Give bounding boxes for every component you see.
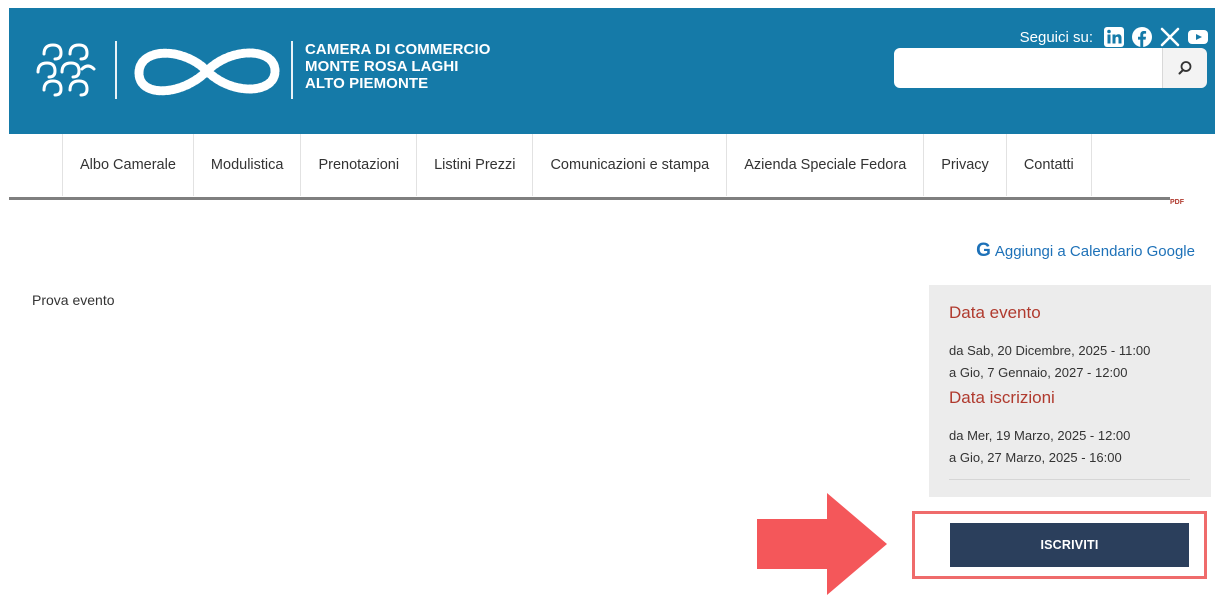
org-name-line: MONTE ROSA LAGHI [305,58,459,75]
event-date-heading: Data evento [949,303,1041,322]
event-description: Prova evento [32,292,115,308]
search-icon [1178,61,1192,75]
event-date-to: a Gio, 7 Gennaio, 2027 - 12:00 [949,365,1128,380]
nav-item-privacy[interactable]: Privacy [923,134,1006,196]
org-name-line: ALTO PIEMONTE [305,75,429,92]
search-button[interactable] [1162,48,1207,88]
social-label: Seguici su: [1019,28,1093,46]
social-links: Seguici su: [1020,26,1209,48]
panel-divider [949,479,1190,480]
nav-item-albo-camerale[interactable]: Albo Camerale [62,134,193,196]
add-to-google-calendar-link[interactable]: G Aggiungi a Calendario Google [976,240,1195,262]
pdf-icon[interactable]: PDF [1170,199,1184,206]
youtube-icon[interactable] [1187,26,1209,48]
organization-name[interactable]: CAMERA DI COMMERCIO MONTE ROSA LAGHI ALT… [305,41,491,92]
org-name-line: CAMERA DI COMMERCIO [305,41,491,58]
logo-divider [115,41,117,99]
logo-divider [291,41,293,99]
search-input[interactable] [894,48,1206,88]
pdf-label: PDF [1170,199,1184,206]
event-date-from: da Sab, 20 Dicembre, 2025 - 11:00 [949,343,1151,358]
nav-item-prenotazioni[interactable]: Prenotazioni [300,134,416,196]
register-button[interactable]: ISCRIVITI [950,523,1189,567]
facebook-icon[interactable] [1131,26,1153,48]
registration-date-to: a Gio, 27 Marzo, 2025 - 16:00 [949,450,1122,465]
google-icon: G [976,240,991,261]
nav-menu: Albo Camerale Modulistica Prenotazioni L… [62,134,1092,196]
nav-item-comunicazioni[interactable]: Comunicazioni e stampa [532,134,726,196]
google-calendar-label: Aggiungi a Calendario Google [994,242,1195,260]
event-info-panel: Data evento da Sab, 20 Dicembre, 2025 - … [929,285,1211,497]
nav-divider [9,197,1170,200]
nav-item-azienda-speciale[interactable]: Azienda Speciale Fedora [726,134,923,196]
registration-date-heading: Data iscrizioni [949,388,1055,407]
x-icon[interactable] [1159,26,1181,48]
arrow-pointer-icon [757,493,887,595]
linkedin-icon[interactable] [1103,26,1125,48]
nav-item-modulistica[interactable]: Modulistica [192,134,301,196]
nav-item-listini-prezzi[interactable]: Listini Prezzi [416,134,532,196]
registration-date-from: da Mer, 19 Marzo, 2025 - 12:00 [949,428,1131,443]
knot-logo-icon[interactable] [127,28,287,114]
nav-item-contatti[interactable]: Contatti [1005,134,1092,196]
chamber-logo-icon[interactable] [34,36,100,102]
